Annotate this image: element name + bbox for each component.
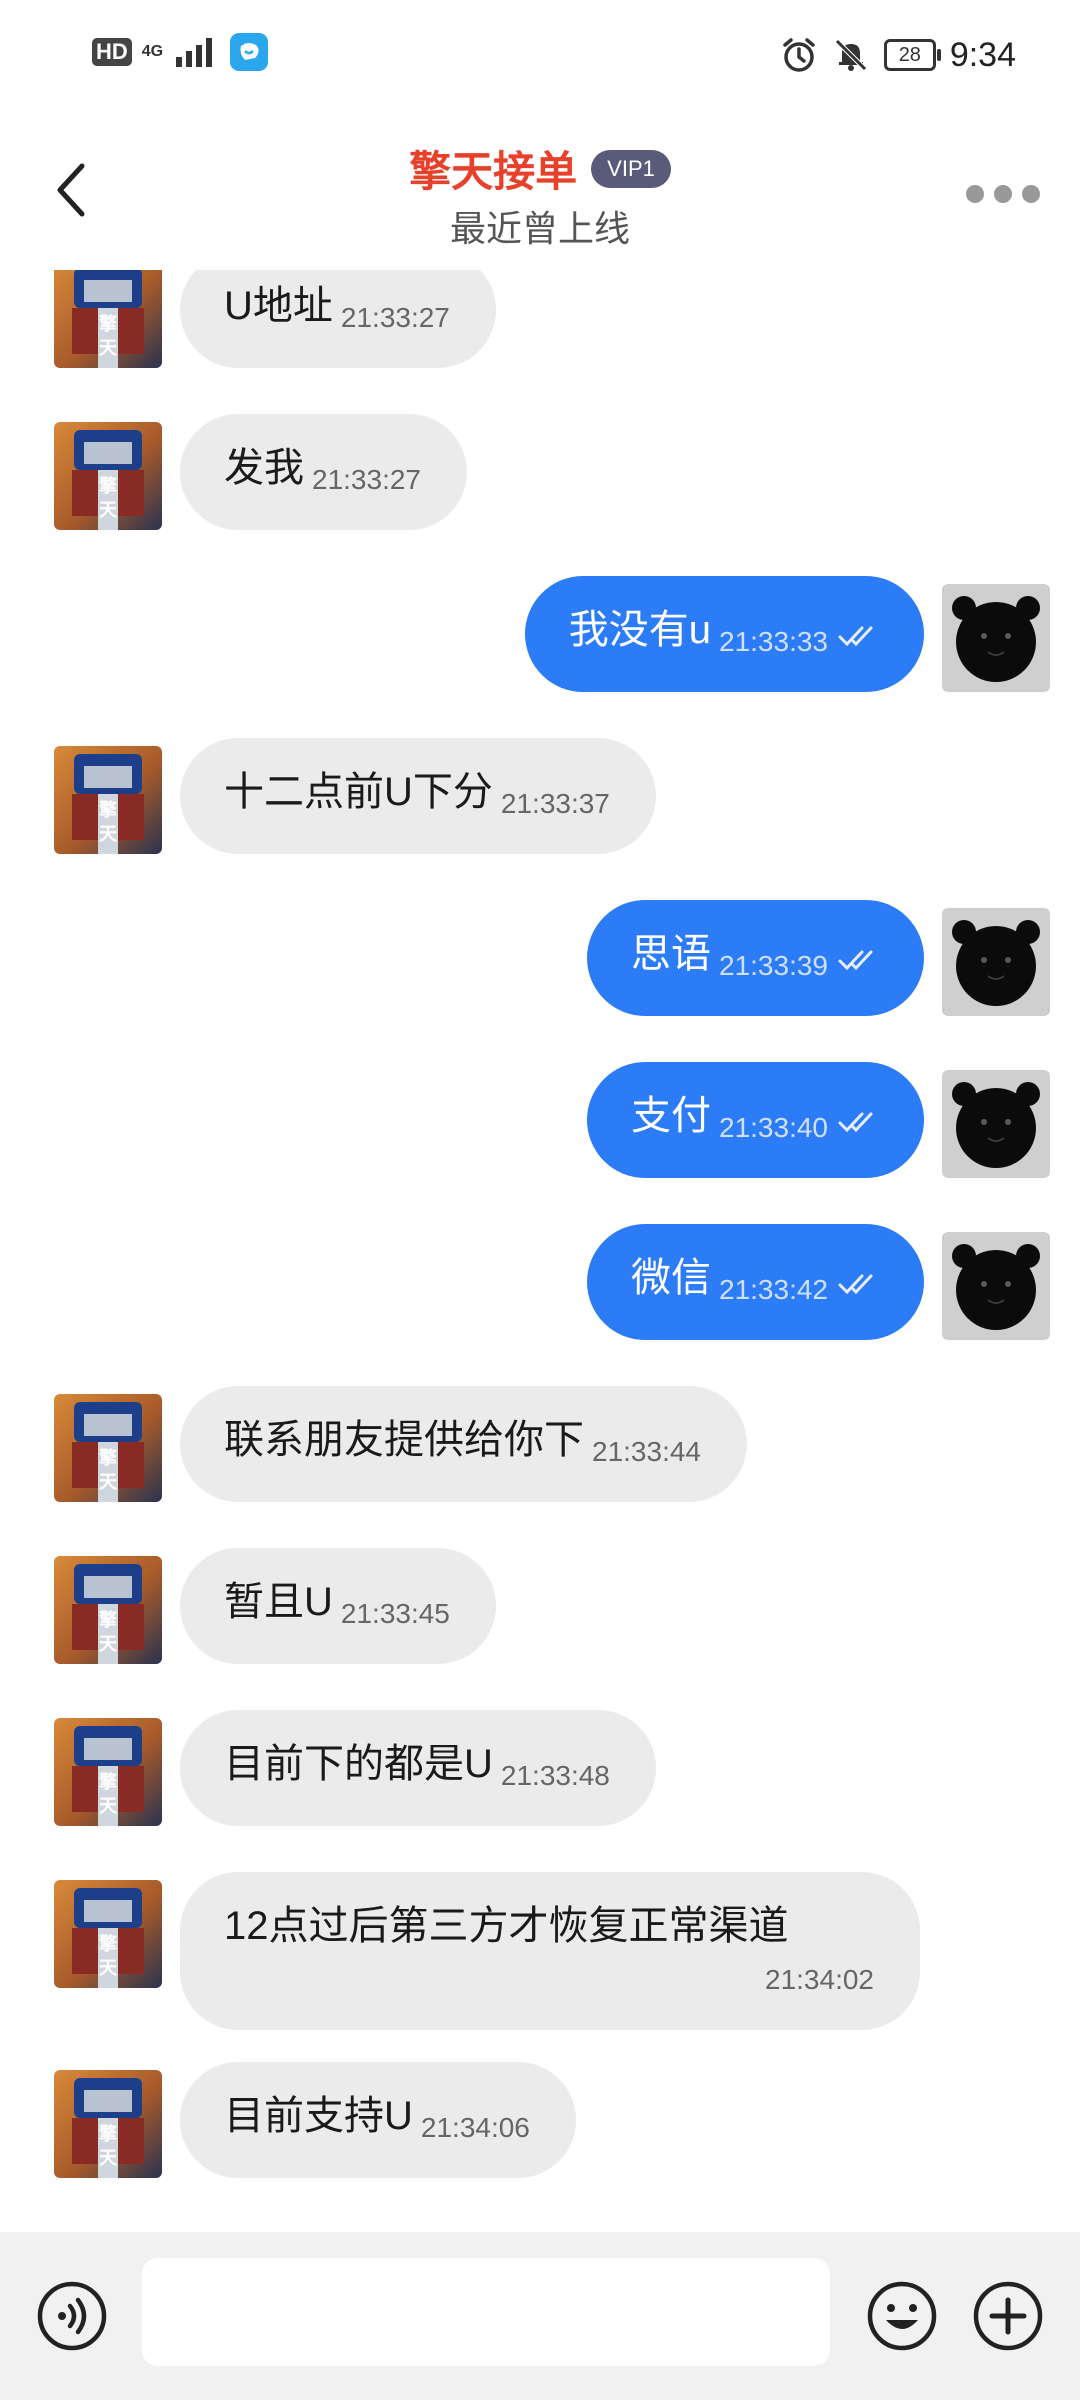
message-text: 微信 <box>631 1256 711 1300</box>
message-timestamp: 21:33:33 <box>719 626 828 657</box>
message-text: 暂且U <box>224 1580 333 1624</box>
status-time: 9:34 <box>949 35 1016 74</box>
message-timestamp: 21:33:39 <box>719 950 828 981</box>
network-type: 4G <box>141 43 164 60</box>
contact-avatar[interactable]: 擎 天 <box>54 1718 162 1826</box>
hd-badge: HD <box>92 38 132 66</box>
message-bubble[interactable]: 目前下的都是U 21:33:48 <box>180 1710 656 1826</box>
vip-badge: VIP1 <box>591 149 671 188</box>
message-text: 思语 <box>631 932 711 976</box>
contact-avatar[interactable]: 擎 天 <box>54 422 162 530</box>
read-receipt-icon <box>838 1112 873 1133</box>
message-bubble[interactable]: 思语 21:33:39 <box>587 900 924 1016</box>
contact-avatar[interactable]: 擎 天 <box>54 270 162 368</box>
svg-text:擎: 擎 <box>99 799 117 821</box>
message-text: 十二点前U下分 <box>224 770 493 814</box>
message-text: 我没有u <box>568 608 711 652</box>
message-bubble[interactable]: 支付 21:33:40 <box>587 1062 924 1178</box>
voice-button[interactable] <box>36 2280 108 2352</box>
read-receipt-icon <box>838 626 873 647</box>
message-input[interactable] <box>142 2258 830 2366</box>
svg-text:天: 天 <box>99 824 118 845</box>
svg-text:擎: 擎 <box>99 1933 117 1955</box>
message-text: 联系朋友提供给你下 <box>224 1418 584 1462</box>
svg-text:天: 天 <box>99 2148 118 2169</box>
message-bubble[interactable]: 微信 21:33:42 <box>587 1224 924 1340</box>
my-avatar[interactable] <box>942 1070 1050 1178</box>
input-bar <box>0 2232 1080 2400</box>
message-bubble[interactable]: 联系朋友提供给你下 21:33:44 <box>180 1386 747 1502</box>
more-button[interactable] <box>966 176 1040 212</box>
contact-avatar[interactable]: 擎 天 <box>54 746 162 854</box>
read-receipt-icon <box>838 1274 873 1295</box>
message-timestamp: 21:33:37 <box>500 788 610 819</box>
more-dots-icon <box>994 185 1012 203</box>
status-bar: HD 4G 28 9:34 <box>0 0 1080 100</box>
message-text: 12点过后第三方才恢复正常渠道 <box>224 1904 789 1948</box>
message-bubble[interactable]: 发我 21:33:27 <box>180 414 467 530</box>
message-timestamp: 21:34:02 <box>765 1964 874 1995</box>
online-status: 最近曾上线 <box>449 208 630 249</box>
message-bubble[interactable]: 目前支持U 21:34:06 <box>180 2062 576 2178</box>
signal-icon <box>175 38 212 67</box>
message-timestamp: 21:33:27 <box>312 464 421 495</box>
message-timestamp: 21:33:40 <box>719 1112 828 1143</box>
message-bubble[interactable]: 十二点前U下分 21:33:37 <box>180 738 656 854</box>
contact-avatar[interactable]: 擎 天 <box>54 1880 162 1988</box>
status-right: 28 9:34 <box>780 30 1016 80</box>
message-text: U地址 <box>224 284 333 328</box>
message-timestamp: 21:34:06 <box>420 2112 530 2143</box>
svg-text:天: 天 <box>99 500 118 521</box>
svg-text:天: 天 <box>99 1958 118 1979</box>
svg-text:擎: 擎 <box>99 1771 117 1793</box>
contact-avatar[interactable]: 擎 天 <box>54 1556 162 1664</box>
svg-text:天: 天 <box>99 1472 118 1493</box>
my-avatar[interactable] <box>942 1232 1050 1340</box>
message-timestamp: 21:33:44 <box>592 1436 701 1467</box>
message-timestamp: 21:33:42 <box>719 1274 828 1305</box>
read-receipt-icon <box>838 950 873 971</box>
svg-text:擎: 擎 <box>99 475 117 497</box>
message-list[interactable]: 擎 天 U地址 21:33:27 擎 天 发我 21:33:27 我没有u 21:33… <box>0 270 1080 2230</box>
svg-text:天: 天 <box>99 1634 118 1655</box>
svg-text:擎: 擎 <box>99 2123 117 2145</box>
message-timestamp: 21:33:45 <box>340 1598 450 1629</box>
svg-text:天: 天 <box>99 1796 118 1817</box>
emoji-button[interactable] <box>866 2280 938 2352</box>
more-dots-icon <box>1022 185 1040 203</box>
contact-avatar[interactable]: 擎 天 <box>54 1394 162 1502</box>
message-text: 发我 <box>224 446 304 490</box>
message-bubble[interactable]: U地址 21:33:27 <box>180 270 496 368</box>
app-notification-icon <box>229 33 268 71</box>
chat-header: 擎天接单 VIP1 最近曾上线 <box>0 100 1080 270</box>
bell-muted-icon <box>835 39 867 71</box>
svg-text:擎: 擎 <box>99 1609 117 1631</box>
message-text: 目前支持U <box>224 2094 413 2138</box>
message-text: 支付 <box>631 1094 711 1138</box>
status-left: HD 4G <box>92 30 268 74</box>
message-bubble[interactable]: 我没有u 21:33:33 <box>524 576 924 692</box>
message-timestamp: 21:33:48 <box>500 1760 610 1791</box>
contact-avatar[interactable]: 擎 天 <box>54 2070 162 2178</box>
message-bubble[interactable]: 暂且U 21:33:45 <box>180 1548 496 1664</box>
battery-indicator: 28 <box>883 39 941 71</box>
my-avatar[interactable] <box>942 584 1050 692</box>
svg-text:擎: 擎 <box>99 1447 117 1469</box>
svg-text:天: 天 <box>99 338 118 359</box>
message-bubble[interactable]: 12点过后第三方才恢复正常渠道 21:34:02 <box>180 1872 920 2030</box>
svg-text:擎: 擎 <box>99 313 117 335</box>
title-row: 擎天接单 VIP1 <box>0 138 1080 199</box>
message-text: 目前下的都是U <box>224 1742 493 1786</box>
message-timestamp: 21:33:27 <box>340 302 450 333</box>
chat-title[interactable]: 擎天接单 <box>409 148 577 195</box>
my-avatar[interactable] <box>942 908 1050 1016</box>
plus-button[interactable] <box>972 2280 1044 2352</box>
alarm-icon <box>783 38 815 72</box>
more-dots-icon <box>966 185 984 203</box>
